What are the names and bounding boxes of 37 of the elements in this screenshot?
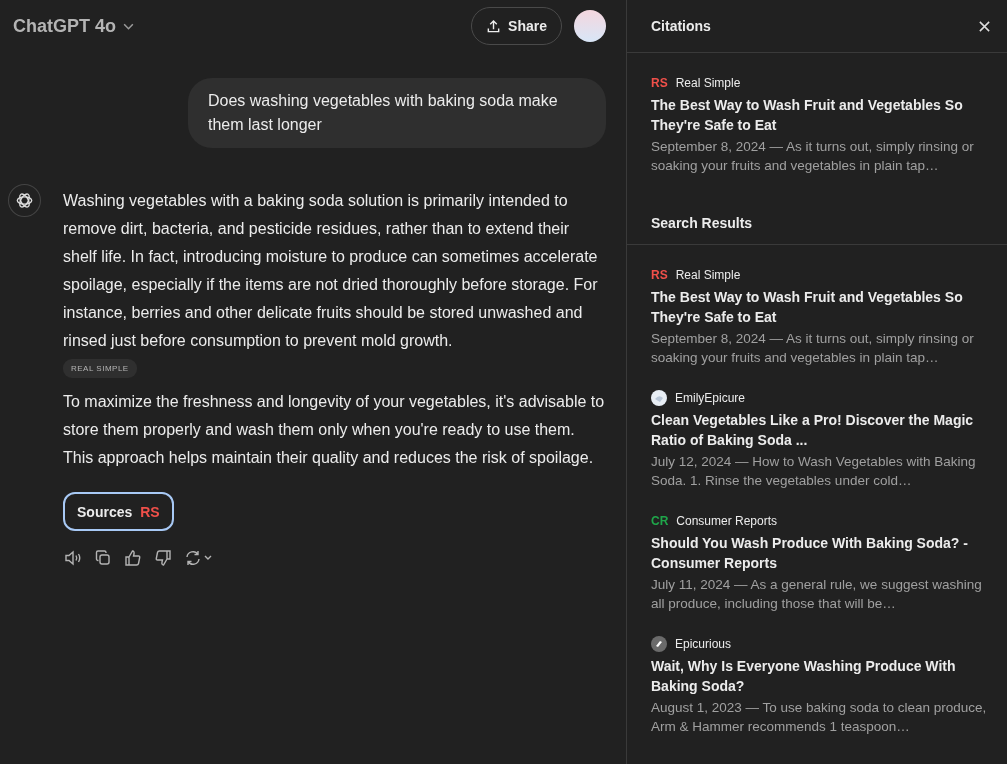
source-logo: CR (651, 514, 669, 528)
source-logo: RS (651, 268, 668, 282)
share-button[interactable]: Share (471, 7, 562, 45)
result-title-link[interactable]: Should You Wash Produce With Baking Soda? - Consumer Reports (651, 533, 991, 573)
user-avatar[interactable] (574, 10, 606, 42)
source-name: EmilyEpicure (675, 391, 746, 405)
copy-icon[interactable] (93, 548, 113, 568)
answer-paragraph: To maximize the freshness and longevity of your vegetables, it's advisable to store them properly and wash them only when you're ready to use them. This approach helps maintain their quality and reduces the risk of spoilage. (63, 392, 606, 468)
thumbs-up-icon[interactable] (123, 548, 143, 568)
source-avatar-icon (651, 390, 667, 406)
source-name: Epicurious (675, 637, 732, 651)
result-title-link[interactable]: Clean Vegetables Like a Pro! Discover the Magic Ratio of Baking Soda ... (651, 410, 991, 450)
upload-icon (486, 18, 502, 34)
assistant-logo-icon (8, 184, 41, 217)
result-snippet: August 1, 2023 — To use baking soda to clean produce, Arm & Hammer recommends 1 teaspoon… (651, 699, 988, 736)
sources-button[interactable]: Sources RS (63, 492, 174, 531)
answer-paragraph: Washing vegetables with a baking soda solution is primarily intended to remove dirt, bacteria, and pesticide residues, rather than to extend their shelf life. In fact, introducing moisture to produce can sometimes accelerate spoilage, especially if the items are not dried thoroughly before storage. For instance, berries and other delicate fruits should be stored unwashed and rinsed just before consumption to prevent mold growth. (63, 191, 599, 351)
section-heading: Search Results (627, 197, 1007, 245)
result-snippet: September 8, 2024 — As it turns out, simply rinsing or soaking your fruits and vegetables in plain tap… (651, 330, 975, 367)
panel-title: Citations (651, 18, 711, 34)
result-title-link[interactable]: The Best Way to Wash Fruit and Vegetables So They're Safe to Eat (651, 95, 991, 135)
result-snippet: July 11, 2024 — As a general rule, we suggest washing all produce, including those that will be… (651, 576, 983, 613)
source-logo: RS (651, 76, 668, 90)
citation-chip[interactable]: REAL SIMPLE (63, 359, 137, 378)
model-selector[interactable]: ChatGPT 4o (13, 15, 135, 37)
source-logo-icon (651, 636, 667, 652)
speaker-icon[interactable] (63, 548, 83, 568)
source-name: Consumer Reports (676, 514, 778, 528)
close-icon[interactable] (978, 19, 991, 33)
result-title-link[interactable]: The Best Way to Wash Fruit and Vegetables So They're Safe to Eat (651, 287, 991, 327)
result-title-link[interactable]: Wait, Why Is Everyone Washing Produce With Baking Soda? (651, 656, 991, 696)
result-snippet: September 8, 2024 — As it turns out, simply rinsing or soaking your fruits and vegetables in plain tap… (651, 138, 975, 175)
thumbs-down-icon[interactable] (153, 548, 173, 568)
source-name: Real Simple (675, 268, 741, 282)
source-name: Real Simple (675, 76, 741, 90)
result-snippet: July 12, 2024 — How to Wash Vegetables with Baking Soda. 1. Rinse the vegetables under cold… (651, 453, 977, 490)
user-message: Does washing vegetables with baking soda make them last longer (188, 78, 606, 148)
